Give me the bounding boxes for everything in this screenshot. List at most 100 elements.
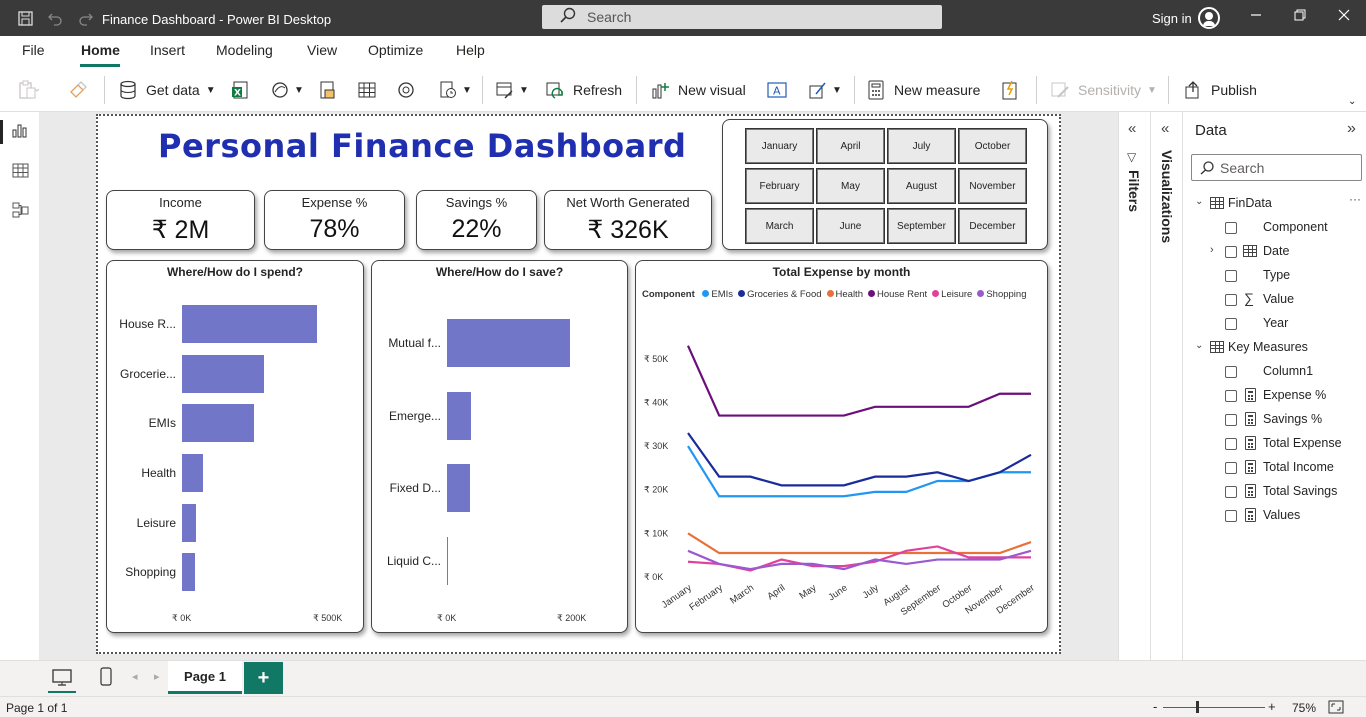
transform-data-button[interactable]: ▼	[495, 79, 529, 101]
field-component[interactable]: Component	[1263, 220, 1328, 234]
collapse-data-pane-icon[interactable]: »	[1347, 120, 1356, 138]
series-line[interactable]	[687, 532, 1032, 555]
field-checkbox[interactable]	[1225, 294, 1237, 306]
month-button[interactable]: December	[958, 208, 1027, 244]
kpi-card-expense[interactable]: Expense % 78%	[264, 190, 405, 250]
field-checkbox[interactable]	[1225, 510, 1237, 522]
refresh-button[interactable]: Refresh	[545, 79, 622, 101]
sql-server-button[interactable]	[318, 79, 338, 101]
field-total-expense[interactable]: Total Expense	[1263, 436, 1342, 450]
save-icon[interactable]	[12, 0, 38, 36]
field-checkbox[interactable]	[1225, 366, 1237, 378]
zoom-slider[interactable]	[1163, 707, 1265, 708]
field-total-savings[interactable]: Total Savings	[1263, 484, 1337, 498]
bar-mark[interactable]	[182, 553, 195, 592]
month-button[interactable]: January	[745, 128, 814, 164]
dataverse-button[interactable]: ▼	[270, 79, 304, 101]
field-checkbox[interactable]	[1225, 222, 1237, 234]
text-box-button[interactable]: A	[767, 79, 787, 101]
kpi-card-savings[interactable]: Savings % 22%	[416, 190, 537, 250]
publish-button[interactable]: Publish	[1183, 79, 1257, 101]
desktop-layout-icon[interactable]	[52, 669, 72, 692]
scroll-left-icon[interactable]: ◂	[132, 670, 138, 683]
bar-mark[interactable]	[182, 404, 254, 443]
bar-mark[interactable]	[182, 304, 318, 343]
kpi-card-networth[interactable]: Net Worth Generated ₹ 326K	[544, 190, 712, 250]
zoom-slider-thumb[interactable]	[1196, 701, 1199, 713]
filters-pane[interactable]: « ▽ Filters	[1118, 112, 1150, 660]
field-checkbox[interactable]	[1225, 414, 1237, 426]
bar-mark[interactable]	[447, 319, 570, 368]
sensitivity-button[interactable]: Sensitivity ▼	[1050, 79, 1157, 101]
series-line[interactable]	[687, 445, 1031, 498]
avatar-icon[interactable]	[1198, 7, 1220, 29]
table-key-measures[interactable]: Key Measures	[1228, 340, 1308, 354]
field-savings-pct[interactable]: Savings %	[1263, 412, 1322, 426]
close-icon[interactable]	[1338, 8, 1350, 25]
field-column1[interactable]: Column1	[1263, 364, 1313, 378]
kpi-card-income[interactable]: Income ₹ 2M	[106, 190, 255, 250]
title-search-box[interactable]: Search	[542, 5, 942, 29]
save-bar-chart[interactable]: Where/How do I save? Mutual f... Emerge..…	[371, 260, 628, 633]
page-tab[interactable]: Page 1	[168, 661, 242, 694]
more-visuals-button[interactable]: ▼	[808, 79, 842, 101]
fit-to-page-icon[interactable]	[1328, 700, 1344, 717]
visualizations-pane[interactable]: « Visualizations	[1150, 112, 1182, 660]
expand-field-icon[interactable]: ›	[1210, 244, 1214, 256]
field-year[interactable]: Year	[1263, 316, 1288, 330]
field-value[interactable]: Value	[1263, 292, 1294, 306]
table-findata[interactable]: FinData	[1228, 196, 1272, 210]
scroll-right-icon[interactable]: ▸	[154, 670, 160, 683]
month-button[interactable]: March	[745, 208, 814, 244]
field-checkbox[interactable]	[1225, 438, 1237, 450]
recent-sources-button[interactable]: ▼	[438, 79, 472, 101]
menu-view[interactable]: View	[307, 42, 337, 58]
redo-icon[interactable]	[72, 0, 98, 36]
series-line[interactable]	[686, 345, 1031, 417]
month-button[interactable]: February	[745, 168, 814, 204]
data-search-input[interactable]: Search	[1191, 154, 1362, 181]
datamart-button[interactable]	[396, 79, 416, 101]
bar-mark[interactable]	[447, 464, 470, 513]
bar-mark[interactable]	[182, 453, 204, 492]
collapse-table-icon[interactable]: ⌄	[1195, 196, 1203, 207]
menu-file[interactable]: File	[22, 42, 45, 58]
bar-mark[interactable]	[447, 536, 449, 585]
expense-line-chart[interactable]: Total Expense by month Component EMIs Gro…	[635, 260, 1048, 633]
model-view-icon[interactable]	[12, 202, 29, 218]
month-button[interactable]: November	[958, 168, 1027, 204]
field-expense-pct[interactable]: Expense %	[1263, 388, 1326, 402]
spend-bar-chart[interactable]: Where/How do I spend? House R... Grocerie…	[106, 260, 364, 633]
bar-mark[interactable]	[447, 391, 471, 440]
get-data-button[interactable]: Get data ▼	[118, 79, 216, 101]
field-total-income[interactable]: Total Income	[1263, 460, 1334, 474]
zoom-out-button[interactable]: -	[1153, 699, 1157, 714]
month-button[interactable]: August	[887, 168, 956, 204]
field-checkbox[interactable]	[1225, 486, 1237, 498]
restore-icon[interactable]	[1294, 8, 1306, 25]
month-button[interactable]: July	[887, 128, 956, 164]
collapse-filters-icon[interactable]: «	[1128, 120, 1136, 137]
month-button[interactable]: June	[816, 208, 885, 244]
format-painter-button[interactable]	[68, 79, 88, 101]
expand-visualizations-icon[interactable]: «	[1161, 120, 1169, 137]
undo-icon[interactable]	[42, 0, 68, 36]
series-line[interactable]	[687, 432, 1032, 487]
menu-modeling[interactable]: Modeling	[216, 42, 273, 58]
table-view-icon[interactable]	[12, 163, 29, 178]
field-values[interactable]: Values	[1263, 508, 1300, 522]
new-visual-button[interactable]: New visual	[650, 79, 746, 101]
paste-button[interactable]	[18, 79, 40, 101]
menu-optimize[interactable]: Optimize	[368, 42, 423, 58]
add-page-button[interactable]: +	[244, 662, 283, 694]
enter-data-button[interactable]	[357, 79, 377, 101]
report-view-icon[interactable]	[12, 123, 29, 138]
bar-mark[interactable]	[182, 503, 197, 542]
month-button[interactable]: April	[816, 128, 885, 164]
month-button[interactable]: May	[816, 168, 885, 204]
field-date[interactable]: Date	[1263, 244, 1289, 258]
field-checkbox[interactable]	[1225, 462, 1237, 474]
minimize-icon[interactable]	[1250, 8, 1262, 25]
quick-measure-button[interactable]	[1000, 79, 1020, 101]
excel-button[interactable]: X	[231, 79, 251, 101]
